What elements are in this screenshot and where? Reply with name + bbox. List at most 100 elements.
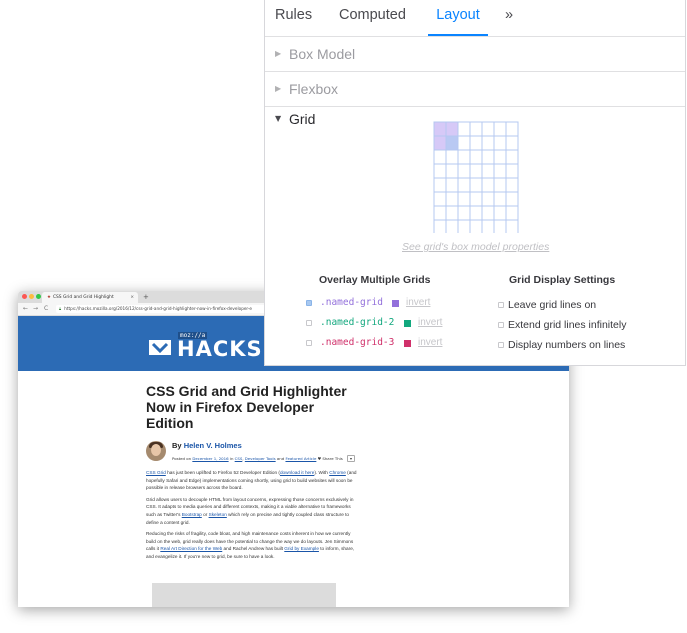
grid-outline-cell[interactable] [445, 205, 459, 221]
grid-outline-cell[interactable] [481, 205, 495, 221]
chrome-link[interactable]: Chrome [329, 470, 346, 475]
grid-outline-cell[interactable] [445, 149, 459, 165]
tab-rules[interactable]: Rules [275, 0, 312, 36]
grid-outline-cell[interactable] [493, 191, 507, 207]
grid-outline-cell[interactable] [469, 191, 483, 207]
tab-computed[interactable]: Computed [339, 0, 406, 36]
invert-link[interactable]: invert [406, 297, 430, 309]
grid-outline-cell[interactable] [493, 205, 507, 221]
setting-checkbox[interactable] [498, 302, 504, 308]
grid-outline-cell[interactable] [493, 121, 507, 137]
forward-icon[interactable]: → [33, 303, 38, 315]
grid-outline-cell[interactable] [433, 121, 447, 137]
bootstrap-link[interactable]: Bootstrap [182, 512, 202, 517]
grid-color-swatch[interactable] [404, 340, 411, 347]
grid-outline-cell[interactable] [469, 121, 483, 137]
grid-outline-cell[interactable] [505, 163, 519, 179]
grid-outline-cell[interactable] [505, 121, 519, 137]
skeleton-link[interactable]: Skeleton [209, 512, 227, 517]
category-css-link[interactable]: CSS [235, 456, 243, 461]
grid-outline-cell[interactable] [469, 177, 483, 193]
grid-outline-cell[interactable] [433, 149, 447, 165]
close-window-icon[interactable] [22, 294, 27, 299]
new-tab-button[interactable]: + [143, 291, 149, 303]
setting-checkbox[interactable] [498, 342, 504, 348]
download-link[interactable]: download it here [280, 470, 314, 475]
grid-outline-cell[interactable] [457, 135, 471, 151]
grid-outline-cell[interactable] [457, 121, 471, 137]
author-link[interactable]: Helen V. Holmes [184, 441, 242, 450]
grid-outline-cell[interactable] [505, 205, 519, 221]
setting-checkbox[interactable] [498, 322, 504, 328]
invert-link[interactable]: invert [418, 317, 442, 329]
grid-outline-cell[interactable] [469, 219, 483, 233]
grid-outline-cell[interactable] [505, 135, 519, 151]
category-devtools-link[interactable]: Developer Tools [245, 456, 276, 461]
grid-outline-cell[interactable] [493, 149, 507, 165]
grid-outline-cell[interactable] [481, 191, 495, 207]
grid-outline-cell[interactable] [481, 177, 495, 193]
grid-outline-cell[interactable] [457, 163, 471, 179]
grid-outline-cell[interactable] [481, 135, 495, 151]
grid-outline-cell[interactable] [469, 163, 483, 179]
grid-outline-cell[interactable] [433, 191, 447, 207]
tab-layout[interactable]: Layout [428, 0, 488, 36]
real-art-direction-link[interactable]: Real Art Direction for the Web [160, 546, 222, 551]
article-title[interactable]: CSS Grid and Grid Highlighter Now in Fir… [146, 383, 358, 431]
share-dropdown-icon[interactable]: ▾ [347, 455, 355, 462]
grid-outline-cell[interactable] [481, 163, 495, 179]
grid-outline-preview[interactable] [433, 121, 519, 233]
grid-color-swatch[interactable] [404, 320, 411, 327]
grid-outline-cell[interactable] [481, 149, 495, 165]
grid-outline-cell[interactable] [433, 135, 447, 151]
grid-outline-cell[interactable] [445, 177, 459, 193]
grid-outline-cell[interactable] [433, 219, 447, 233]
category-featured-link[interactable]: Featured Article [285, 456, 316, 461]
grid-outline-cell[interactable] [445, 219, 459, 233]
post-date-link[interactable]: December 1, 2016 [192, 456, 228, 461]
grid-checkbox[interactable] [306, 300, 312, 306]
grid-by-example-link[interactable]: Grid by Example [284, 546, 319, 551]
invert-link[interactable]: invert [418, 337, 442, 349]
flexbox-section-header[interactable]: ▶ Flexbox [265, 72, 685, 107]
grid-outline-cell[interactable] [493, 177, 507, 193]
grid-outline-cell[interactable] [445, 191, 459, 207]
grid-outline-cell[interactable] [469, 135, 483, 151]
box-model-properties-link[interactable]: See grid's box model properties [402, 241, 549, 253]
grid-outline-cell[interactable] [457, 219, 471, 233]
reload-icon[interactable]: C [44, 303, 48, 315]
grid-outline-cell[interactable] [445, 163, 459, 179]
grid-outline-cell[interactable] [433, 163, 447, 179]
grid-outline-cell[interactable] [505, 191, 519, 207]
grid-outline-cell[interactable] [493, 135, 507, 151]
grid-outline-cell[interactable] [457, 177, 471, 193]
grid-outline-cell[interactable] [481, 219, 495, 233]
grid-outline-cell[interactable] [433, 205, 447, 221]
grid-outline-cell[interactable] [481, 121, 495, 137]
maximize-window-icon[interactable] [36, 294, 41, 299]
grid-outline-cell[interactable] [433, 177, 447, 193]
grid-checkbox[interactable] [306, 340, 312, 346]
grid-list-item[interactable]: .named-grid-2 invert [306, 317, 456, 331]
grid-outline-cell[interactable] [493, 219, 507, 233]
more-tabs-button[interactable]: » [505, 0, 513, 36]
grid-outline-cell[interactable] [505, 149, 519, 165]
back-icon[interactable]: ← [23, 303, 28, 315]
grid-outline-cell[interactable] [505, 177, 519, 193]
grid-outline-cell[interactable] [457, 191, 471, 207]
grid-list-item[interactable]: .named-grid invert [306, 297, 456, 311]
browser-tab[interactable]: ★ CSS Grid and Grid Highlight × [42, 292, 138, 303]
grid-outline-cell[interactable] [493, 163, 507, 179]
grid-outline-cell[interactable] [469, 205, 483, 221]
site-name[interactable]: HACKS [177, 338, 263, 360]
grid-outline-cell[interactable] [457, 205, 471, 221]
grid-outline-cell[interactable] [445, 135, 459, 151]
grid-outline-cell[interactable] [445, 121, 459, 137]
minimize-window-icon[interactable] [29, 294, 34, 299]
grid-color-swatch[interactable] [392, 300, 399, 307]
close-tab-icon[interactable]: × [130, 292, 134, 303]
grid-outline-cell[interactable] [505, 219, 519, 233]
grid-outline-cell[interactable] [469, 149, 483, 165]
box-model-section-header[interactable]: ▶ Box Model [265, 37, 685, 72]
grid-checkbox[interactable] [306, 320, 312, 326]
